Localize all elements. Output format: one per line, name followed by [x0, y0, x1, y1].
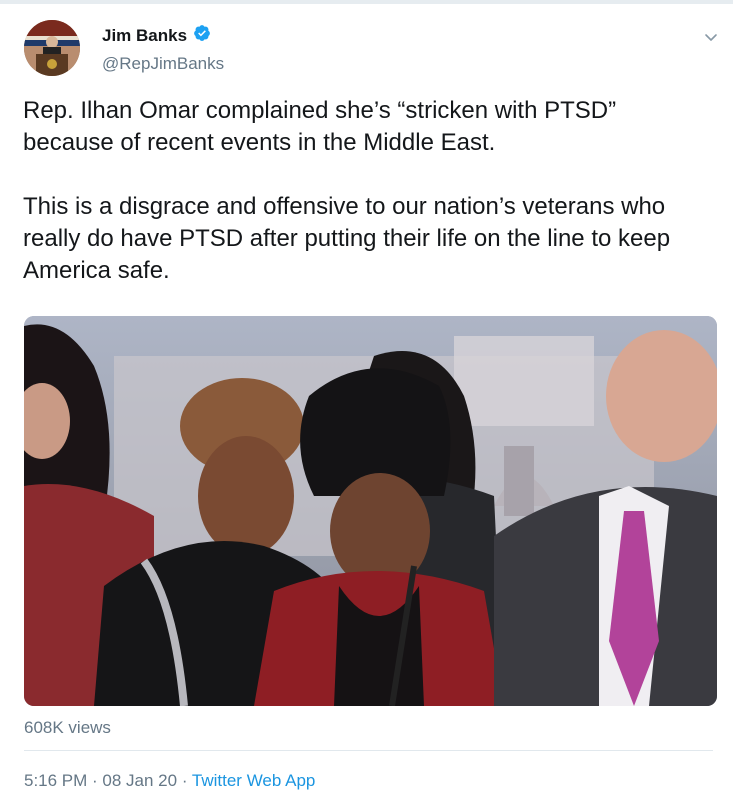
source-app-link[interactable]: Twitter Web App	[192, 771, 315, 790]
avatar-image	[24, 20, 80, 76]
tweet-paragraph: Rep. Ilhan Omar complained she’s “strick…	[23, 97, 617, 156]
video-thumbnail	[24, 316, 717, 706]
tweet-video[interactable]	[24, 316, 717, 706]
tweet-metadata: 5:16 PM · 08 Jan 20 · Twitter Web App	[24, 771, 315, 791]
tweet-paragraph: This is a disgrace and offensive to our …	[23, 193, 671, 284]
verified-badge-icon	[193, 24, 211, 47]
chevron-down-icon[interactable]	[702, 28, 720, 46]
timestamp[interactable]: 5:16 PM · 08 Jan 20 ·	[24, 771, 192, 790]
author-handle[interactable]: @RepJimBanks	[102, 54, 224, 74]
view-count: 608K views	[24, 718, 111, 737]
top-divider	[0, 0, 733, 4]
avatar[interactable]	[24, 20, 80, 76]
author-display-name[interactable]: Jim Banks	[102, 26, 187, 46]
author-name-row[interactable]: Jim Banks	[102, 24, 211, 47]
tweet-text: Rep. Ilhan Omar complained she’s “strick…	[23, 95, 713, 287]
divider	[24, 750, 713, 751]
